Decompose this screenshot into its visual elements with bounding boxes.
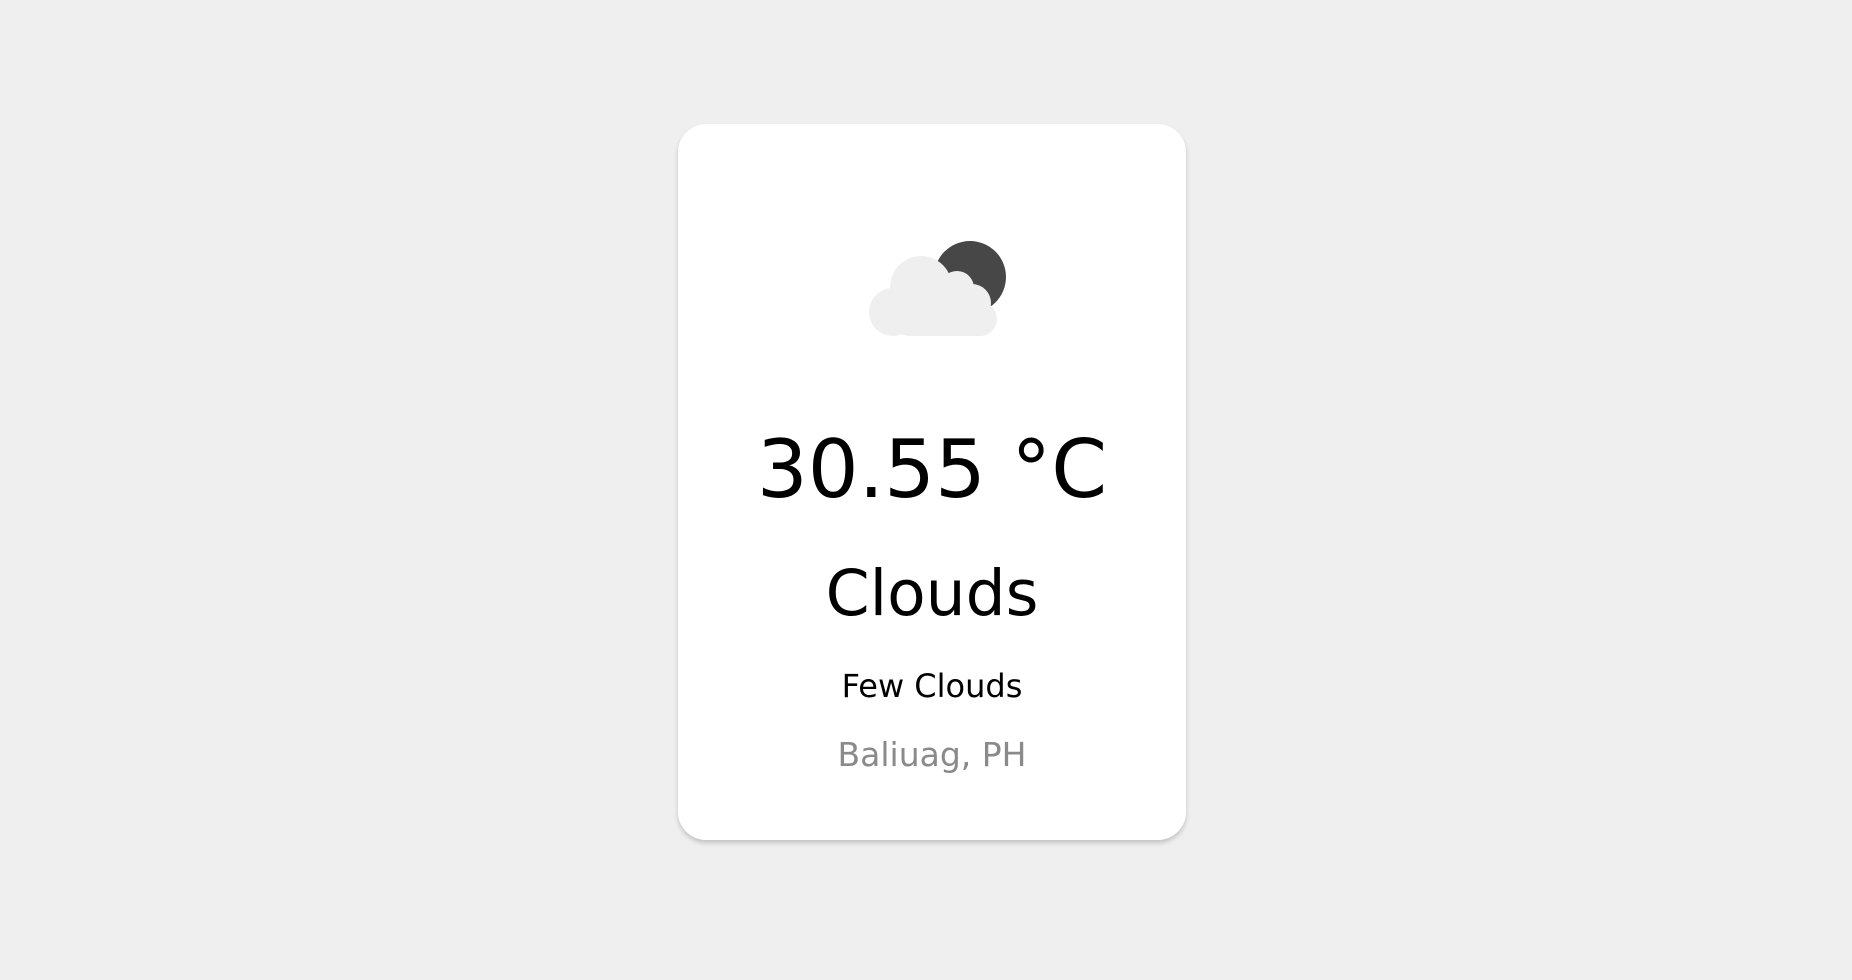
location-label: Baliuag, PH [837,735,1027,774]
weather-description: Few Clouds [841,667,1023,705]
weather-card: 30.55 °C Clouds Few Clouds Baliuag, PH [678,124,1186,840]
temperature-value: 30.55 °C [756,423,1108,516]
weather-condition: Clouds [825,557,1039,630]
cloud-moon-icon [868,240,1014,342]
